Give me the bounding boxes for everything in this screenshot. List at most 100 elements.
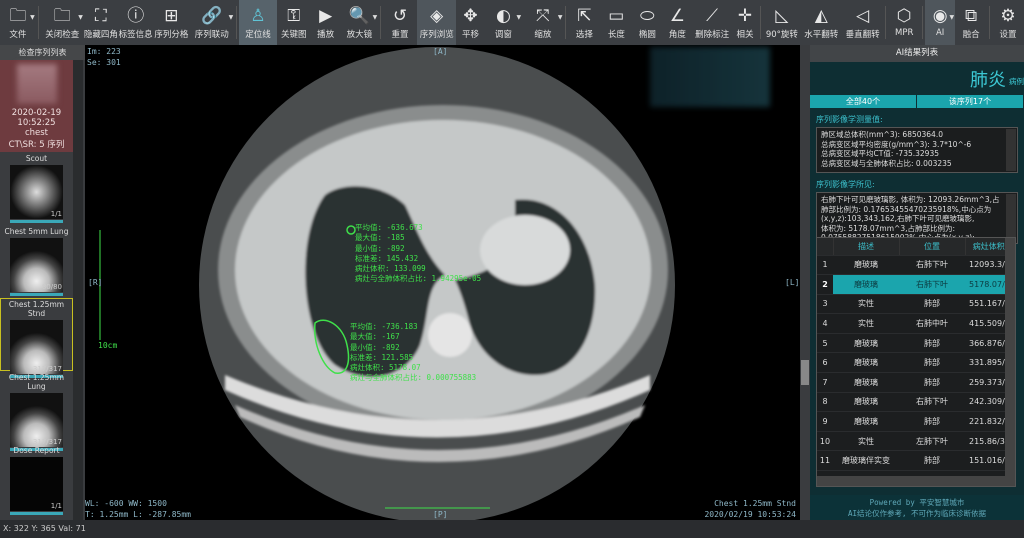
lesion-table: 描述 位置 病灶体积 1 磨玻璃 右肺下叶 12093.3/0 2 磨玻璃 右肺下叶 5178.07…: [816, 237, 1016, 487]
series-item[interactable]: Chest 5mm Lung 80/80: [0, 225, 73, 298]
table-row[interactable]: 3 实性 肺部 551.167/8: [817, 294, 1013, 315]
table-row[interactable]: 11 磨玻璃伴实变 肺部 151.016/2: [817, 450, 1013, 472]
table-cell: 右肺中叶: [899, 313, 965, 334]
toolbar-button-15[interactable]: ⇱ 选择: [568, 0, 600, 45]
toolbar-button-3[interactable]: ⓘ 标签信息: [118, 0, 154, 45]
column-header[interactable]: 描述: [833, 238, 900, 256]
toolbar-button-25[interactable]: ◉ AI ▼: [925, 0, 956, 45]
series-thumbnail[interactable]: 1/1: [10, 165, 63, 219]
table-cell: 右肺下叶: [899, 392, 965, 413]
toolbar-button-19[interactable]: ⟋ 删除标注: [692, 0, 731, 45]
table-row[interactable]: 5 磨玻璃 肺部 366.876/5: [817, 333, 1013, 354]
series-number: Se: 301: [87, 58, 121, 67]
ruler-icon: ▭: [608, 6, 625, 26]
dropdown-arrow-icon[interactable]: ▼: [373, 14, 378, 21]
series-name: Chest 5mm Lung: [4, 227, 69, 236]
measurement-scrollbar[interactable]: [1006, 129, 1016, 171]
series-list-scrollbar[interactable]: [73, 60, 83, 520]
toolbar-button-label: 平移: [462, 30, 480, 40]
findings-line: 肺部比例为: 0.17653455470235918%,中心点为: [821, 204, 992, 214]
toolbar-button-20[interactable]: ✛ 相关: [732, 0, 758, 45]
orientation-top: [A]: [433, 47, 448, 56]
toolbar-button-5[interactable]: 🔗 序列联动 ▼: [189, 0, 234, 45]
dropdown-arrow-icon[interactable]: ▼: [30, 14, 35, 21]
series-item[interactable]: Dose Report 1/1: [0, 444, 73, 517]
table-vertical-scrollbar[interactable]: [1005, 238, 1015, 478]
series-item[interactable]: Chest 1.25mm Lung 317/317: [0, 371, 73, 451]
table-horizontal-scrollbar[interactable]: [817, 476, 1015, 486]
dropdown-arrow-icon[interactable]: ▼: [517, 14, 522, 21]
toolbar-button-4[interactable]: ⊞ 序列分格: [154, 0, 190, 45]
annotation-line: 病灶体积: 5178.07: [350, 363, 421, 373]
person-icon: ♙: [250, 6, 266, 26]
table-row[interactable]: 6 磨玻璃 肺部 331.895/4: [817, 352, 1013, 374]
table-row[interactable]: 8 磨玻璃 右肺下叶 242.309/3: [817, 392, 1013, 413]
dropdown-arrow-icon[interactable]: ▼: [229, 14, 234, 21]
toolbar-button-9[interactable]: 🔍 放大镜 ▼: [341, 0, 379, 45]
dropdown-arrow-icon[interactable]: ▼: [558, 14, 563, 21]
toolbar-button-21[interactable]: ◺ 90°旋转: [763, 0, 801, 45]
fusion-icon: ⧉: [965, 6, 978, 26]
toolbar-button-label: 序列联动: [194, 30, 229, 40]
diagnosis-title: 肺炎: [970, 70, 1006, 91]
table-row[interactable]: 2 磨玻璃 右肺下叶 5178.07/0: [817, 274, 1013, 295]
toolbar-button-10[interactable]: ↺ 重置: [383, 0, 417, 45]
toolbar-button-12[interactable]: ✥ 平移: [456, 0, 484, 45]
toolbar-button-27[interactable]: ⚙ 设置: [992, 0, 1024, 45]
series-thumbnail[interactable]: 80/80: [10, 238, 63, 292]
table-cell: 5: [817, 333, 833, 354]
toolbar-button-7[interactable]: ⚿ 关键图: [277, 0, 311, 45]
series-item[interactable]: Chest 1.25mm Stnd 317/317: [0, 298, 73, 378]
toolbar-button-16[interactable]: ▭ 长度: [600, 0, 632, 45]
series-thumbnail[interactable]: 1/1: [10, 457, 63, 511]
series-load-progress: [10, 512, 63, 515]
patient-card[interactable]: 2020-02-19 10:52:25 chest CT\SR: 5 序列: [0, 60, 73, 152]
table-row[interactable]: 1 磨玻璃 右肺下叶 12093.3/0: [817, 255, 1013, 276]
table-row[interactable]: 9 磨玻璃 肺部 221.832/3: [817, 411, 1013, 432]
measurement-box: 肺区域总体积(mm^3): 6850364.0 总病变区域平均密度(g/mm^3)…: [816, 127, 1018, 173]
table-cell: 肺部: [899, 411, 965, 432]
tab-this-series[interactable]: 该序列17个: [917, 95, 1024, 108]
annotation-line: 病灶体积: 133.099: [355, 264, 426, 274]
toolbar-button-14[interactable]: ⤧ 缩放 ▼: [522, 0, 563, 45]
tab-all[interactable]: 全部40个: [810, 95, 917, 108]
scale-label: 10cm: [98, 341, 118, 350]
toolbar-button-0[interactable]: 🗀 文件 ▼: [0, 0, 36, 45]
window-level: WL: -600 WW: 1500: [85, 499, 167, 508]
viewer-scrollbar[interactable]: [800, 45, 810, 520]
toolbar-button-18[interactable]: ∠ 角度: [662, 0, 692, 45]
series-item[interactable]: Scout 1/1: [0, 152, 73, 225]
table-cell: 1: [817, 255, 833, 276]
angle-icon: ∠: [669, 6, 685, 26]
flip-horizontal-icon: ◭: [814, 6, 828, 26]
toolbar-separator: [922, 6, 924, 39]
powered-by[interactable]: Powered by 平安智慧城市: [810, 497, 1024, 508]
toolbar-button-2[interactable]: ⛶ 隐藏四角: [84, 0, 118, 45]
toolbar-button-17[interactable]: ⬭ 椭圆: [632, 0, 662, 45]
findings-scrollbar[interactable]: [1006, 194, 1016, 242]
lesion-annotation-1: 平均值: -636.673 最大值: -185 最小值: -892 标准差: 145.…: [355, 223, 481, 285]
toolbar-button-24[interactable]: ⬡ MPR: [888, 0, 920, 45]
table-row[interactable]: 7 磨玻璃 肺部 259.373/3: [817, 372, 1013, 393]
toolbar-button-22[interactable]: ◭ 水平翻转: [801, 0, 842, 45]
table-row[interactable]: 4 实性 右肺中叶 415.509/6: [817, 313, 1013, 334]
series-thumbnail[interactable]: 317/317: [10, 393, 63, 447]
orientation-left: [R]: [88, 278, 103, 287]
toolbar-button-6[interactable]: ♙ 定位线: [239, 0, 277, 45]
dropdown-arrow-icon[interactable]: ▼: [950, 14, 955, 21]
column-header[interactable]: 位置: [899, 238, 966, 256]
table-cell: 肺部: [899, 450, 965, 472]
toolbar-button-label: 相关: [736, 30, 754, 40]
toolbar-button-23[interactable]: ◁ 垂直翻转: [842, 0, 883, 45]
toolbar-button-13[interactable]: ◐ 调窗 ▼: [485, 0, 523, 45]
toolbar-button-label: 90°旋转: [765, 30, 798, 40]
table-row[interactable]: 10 实性 左肺下叶 215.86/3.1: [817, 431, 1013, 452]
image-viewport[interactable]: Im: 223 Se: 301 [A] [P] [R] [L] 10cm WL:…: [85, 45, 800, 520]
dropdown-arrow-icon[interactable]: ▼: [78, 14, 83, 21]
series-thumbnail[interactable]: 317/317: [10, 320, 63, 374]
toolbar-button-1[interactable]: 🗀 关闭检查 ▼: [41, 0, 84, 45]
table-cell: 磨玻璃: [833, 333, 899, 354]
toolbar-button-26[interactable]: ⧉ 融合: [955, 0, 987, 45]
toolbar-button-8[interactable]: ▶ 播放: [311, 0, 341, 45]
toolbar-button-11[interactable]: ◈ 序列浏览: [416, 0, 457, 45]
